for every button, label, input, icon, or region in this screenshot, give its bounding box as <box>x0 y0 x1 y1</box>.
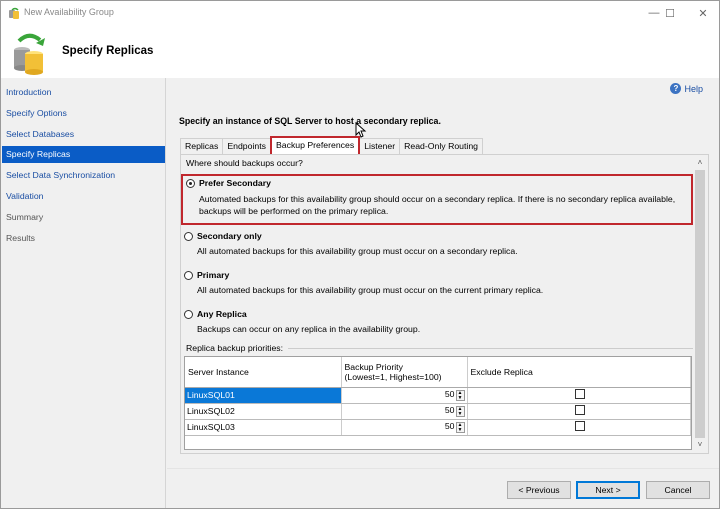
option-description: All automated backups for this availabil… <box>197 285 544 295</box>
sidebar-item-validation[interactable]: Validation <box>2 188 165 205</box>
option-secondary-only[interactable]: Secondary only All automated backups for… <box>181 229 693 265</box>
priority-value[interactable]: 50 <box>445 389 455 399</box>
server-instance-cell[interactable]: LinuxSQL01 <box>185 387 342 404</box>
server-instance-cell[interactable]: LinuxSQL03 <box>185 419 342 436</box>
group-divider <box>288 348 693 349</box>
tab-backup-preferences[interactable]: Backup Preferences <box>269 136 361 154</box>
exclude-replica-checkbox[interactable] <box>574 389 585 399</box>
column-exclude-replica[interactable]: Exclude Replica <box>467 357 691 388</box>
next-button[interactable]: Next > <box>576 481 640 499</box>
column-priority-line2: (Lowest=1, Highest=100) <box>344 371 442 382</box>
wizard-header: Specify Replicas <box>1 25 719 78</box>
help-icon: ? <box>670 83 682 94</box>
exclude-replica-checkbox[interactable] <box>574 405 585 415</box>
replica-priorities-label: Replica backup priorities: <box>186 343 284 353</box>
scroll-down-icon[interactable]: ˅ <box>693 438 707 452</box>
sidebar-item-select-databases[interactable]: Select Databases <box>2 126 165 143</box>
priority-spinner-icon[interactable]: ▲ ▼ <box>455 421 465 433</box>
vertical-scrollbar[interactable]: ˄ ˅ <box>693 156 707 452</box>
table-row[interactable]: LinuxSQL01 50 ▲ ▼ <box>185 387 691 404</box>
table-row[interactable]: LinuxSQL03 50 ▲ ▼ <box>185 419 691 436</box>
option-primary[interactable]: Primary All automated backups for this a… <box>181 268 693 304</box>
window-title: New Availability Group <box>24 7 114 17</box>
option-label: Any Replica <box>197 309 247 319</box>
help-label: Help <box>684 83 703 94</box>
wizard-window: New Availability Group — ☐ ✕ Specify Rep… <box>0 0 720 509</box>
radio-any-replica[interactable] <box>184 310 193 319</box>
exclude-replica-cell <box>467 403 691 420</box>
wizard-footer: < Previous Next > Cancel <box>167 468 719 508</box>
cancel-button[interactable]: Cancel <box>646 481 710 499</box>
wizard-content: ? Help Specify an instance of SQL Server… <box>167 78 719 468</box>
backup-priority-cell[interactable]: 50 ▲ ▼ <box>341 403 468 420</box>
sidebar-item-select-data-synchronization[interactable]: Select Data Synchronization <box>2 167 165 184</box>
option-label: Primary <box>197 270 230 280</box>
option-description: Backups can occur on any replica in the … <box>197 324 421 334</box>
scrollbar-thumb[interactable] <box>695 170 705 438</box>
grid-header-row: Server Instance Backup Priority (Lowest=… <box>185 357 691 388</box>
option-label: Secondary only <box>197 231 262 241</box>
sidebar-item-results: Results <box>6 233 35 243</box>
sidebar-item-introduction[interactable]: Introduction <box>2 84 165 101</box>
instruction-text: Specify an instance of SQL Server to hos… <box>179 116 441 126</box>
page-title: Specify Replicas <box>62 45 154 57</box>
option-label: Prefer Secondary <box>199 178 271 188</box>
availability-group-databases-icon <box>14 33 45 75</box>
scroll-up-icon[interactable]: ˄ <box>693 156 707 170</box>
app-icon <box>9 7 19 19</box>
backup-priority-cell[interactable]: 50 ▲ ▼ <box>341 387 468 404</box>
option-description: All automated backups for this availabil… <box>197 246 518 256</box>
sidebar-item-specify-replicas[interactable]: Specify Replicas <box>2 146 165 163</box>
priority-value[interactable]: 50 <box>445 421 455 431</box>
replica-priorities-grid: Server Instance Backup Priority (Lowest=… <box>184 356 692 450</box>
backup-question: Where should backups occur? <box>186 158 303 168</box>
priority-spinner-icon[interactable]: ▲ ▼ <box>455 405 465 417</box>
option-prefer-secondary[interactable]: Prefer Secondary Automated backups for t… <box>181 174 693 225</box>
close-button[interactable]: ✕ <box>686 1 720 25</box>
exclude-replica-checkbox[interactable] <box>574 421 585 431</box>
column-priority-line1: Backup Priority <box>344 361 403 372</box>
backup-priority-cell[interactable]: 50 ▲ ▼ <box>341 419 468 436</box>
maximize-button[interactable]: ☐ <box>653 1 687 25</box>
wizard-sidebar: Introduction Specify Options Select Data… <box>1 78 166 508</box>
column-backup-priority[interactable]: Backup Priority (Lowest=1, Highest=100) <box>341 357 468 388</box>
help-link[interactable]: ? Help <box>670 83 703 94</box>
exclude-replica-cell <box>467 387 691 404</box>
table-row[interactable]: LinuxSQL02 50 ▲ ▼ <box>185 403 691 420</box>
previous-button[interactable]: < Previous <box>507 481 571 499</box>
tab-endpoints[interactable]: Endpoints <box>222 138 271 154</box>
priority-spinner-icon[interactable]: ▲ ▼ <box>455 389 465 401</box>
priority-value[interactable]: 50 <box>445 405 455 415</box>
tab-listener[interactable]: Listener <box>359 138 401 154</box>
backup-preferences-panel: Where should backups occur? Prefer Secon… <box>180 154 709 454</box>
tab-strip: Replicas Endpoints Backup Preferences Li… <box>180 136 484 154</box>
maximize-icon: ☐ <box>665 7 675 20</box>
column-server-instance[interactable]: Server Instance <box>185 357 342 388</box>
option-any-replica[interactable]: Any Replica Backups can occur on any rep… <box>181 307 693 343</box>
sidebar-item-specify-options[interactable]: Specify Options <box>2 105 165 122</box>
radio-primary[interactable] <box>184 271 193 280</box>
close-icon: ✕ <box>698 7 708 20</box>
exclude-replica-cell <box>467 419 691 436</box>
radio-secondary-only[interactable] <box>184 232 193 241</box>
radio-prefer-secondary[interactable] <box>186 179 195 188</box>
title-bar: New Availability Group — ☐ ✕ <box>1 1 719 25</box>
option-description: Automated backups for this availability … <box>199 194 676 216</box>
tab-read-only-routing[interactable]: Read-Only Routing <box>399 138 484 154</box>
tab-replicas[interactable]: Replicas <box>180 138 224 154</box>
server-instance-cell[interactable]: LinuxSQL02 <box>185 403 342 420</box>
panel-scroll-area: Where should backups occur? Prefer Secon… <box>181 155 693 453</box>
sidebar-item-summary: Summary <box>6 212 44 222</box>
